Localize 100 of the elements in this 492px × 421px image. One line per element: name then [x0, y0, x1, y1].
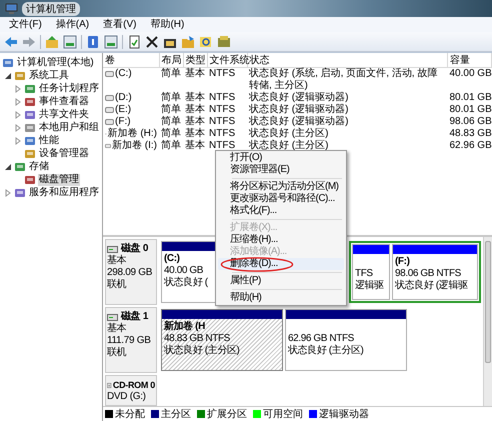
table-cell: 62.96 GB	[450, 140, 492, 151]
partition-block[interactable]: 新加卷 (H 48.83 GB NTFS 状态良好 (主分区)	[161, 309, 283, 371]
partition-block[interactable]: 62.96 GB NTFS 状态良好 (主分区)	[285, 309, 407, 371]
table-cell: NTFS	[209, 128, 236, 139]
menu-item[interactable]: 操作(A)	[50, 18, 94, 32]
disk-info-panel[interactable]: 磁盘 0 基本 298.09 GB 联机	[105, 239, 157, 305]
tree-item[interactable]: 设备管理器	[38, 148, 90, 160]
table-cell: NTFS	[209, 116, 236, 127]
column-header[interactable]: 容量	[448, 53, 492, 68]
table-cell: NTFS	[209, 68, 236, 79]
expand-arrow-icon[interactable]	[4, 72, 12, 80]
tree-item[interactable]: 共享文件夹	[38, 108, 90, 120]
menu-item[interactable]: 将分区标记为活动分区(M)	[218, 181, 344, 193]
column-header[interactable]: 文件系统	[207, 53, 247, 68]
page-icon[interactable]	[127, 34, 141, 48]
column-header[interactable]: 布局	[159, 53, 183, 68]
legend-label: 主分区	[161, 408, 191, 421]
panel-icon[interactable]	[104, 34, 118, 48]
disk-info-panel[interactable]: 磁盘 1 基本 111.79 GB 联机	[105, 307, 157, 373]
table-cell: 简单	[161, 92, 181, 103]
tree-item[interactable]: 性能	[38, 134, 60, 146]
magnifier-icon[interactable]	[199, 34, 213, 48]
disk-info-panel[interactable]: CD-ROM 0 DVD (G:)	[105, 375, 157, 406]
volume-label: (C:)	[164, 253, 180, 265]
legend-label: 可用空间	[263, 408, 303, 421]
tree-node-icon	[24, 96, 36, 108]
disk-detail: DVD (G:)	[107, 391, 147, 403]
tree-item[interactable]: 磁盘管理	[38, 174, 80, 186]
partition-text: 状态良好 (主分区)	[164, 345, 240, 357]
menu-item[interactable]: 压缩卷(H)...	[218, 234, 344, 246]
menu-item[interactable]: 查看(V)	[98, 18, 142, 32]
tree-item[interactable]: 任务计划程序	[38, 82, 100, 94]
disk-detail: 联机	[107, 347, 128, 359]
table-cell: 简单	[161, 68, 181, 79]
legend-label: 未分配	[115, 408, 145, 421]
table-cell: 48.83 GB	[450, 128, 492, 139]
menu-item[interactable]: 更改驱动器号和路径(C)...	[218, 193, 344, 205]
table-cell: 状态良好 (系统, 启动, 页面文件, 活动, 故障转储, 主分区)	[249, 68, 438, 91]
table-cell: 基本	[185, 116, 205, 127]
tree-item[interactable]: 系统工具	[28, 70, 70, 82]
tree-node-icon	[24, 134, 36, 146]
table-cell: 基本	[185, 104, 205, 115]
menu-item[interactable]: 文件(F)	[4, 18, 47, 32]
partition-text: 状态良好 (	[164, 277, 208, 289]
partition-block[interactable]: (F:) 98.06 GB NTFS 状态良好 (逻辑驱	[392, 244, 478, 300]
column-header[interactable]: 类型	[183, 53, 207, 68]
folder-up-icon[interactable]	[45, 34, 59, 48]
tree-item[interactable]: 事件查看器	[38, 96, 90, 108]
tree-node-icon	[24, 174, 36, 186]
menu-item[interactable]: 属性(P)	[218, 275, 344, 287]
disk-detail: 基本	[107, 255, 128, 267]
table-cell: NTFS	[209, 140, 236, 151]
table-cell: 状态良好 (主分区)	[249, 128, 328, 139]
tree-node-icon	[24, 108, 36, 120]
disk-detail: 298.09 GB	[107, 267, 154, 278]
menu-item[interactable]: 格式化(F)...	[218, 205, 344, 217]
partition-text: 98.06 GB NTFS	[395, 268, 461, 280]
panel-icon[interactable]	[63, 34, 77, 48]
table-cell: 简单	[161, 116, 181, 127]
table-cell: (E:)	[115, 104, 132, 116]
column-header[interactable]: 卷	[103, 53, 159, 68]
tree-item[interactable]: 本地用户和组	[38, 122, 100, 134]
partition-text: 逻辑驱	[355, 280, 384, 292]
table-cell: 基本	[185, 68, 205, 79]
table-cell: (C:)	[115, 68, 132, 80]
expand-arrow-icon[interactable]	[4, 162, 12, 170]
volume-label: 新加卷 (H	[164, 321, 205, 333]
table-cell: 简单	[161, 140, 181, 151]
table-cell: 状态良好 (逻辑驱动器)	[249, 92, 348, 103]
table-cell: 新加卷 (I:)	[112, 140, 157, 152]
disk-detail: 111.79 GB	[107, 335, 152, 346]
tree-node-icon	[14, 160, 26, 172]
table-cell: 简单	[161, 104, 181, 115]
forward-icon[interactable]	[22, 34, 36, 48]
table-cell: 98.06 GB	[450, 116, 492, 127]
table-cell-text: (F:)	[115, 116, 131, 128]
delete-icon[interactable]	[145, 34, 159, 48]
tree-item[interactable]: 计算机管理(本地)	[16, 56, 95, 68]
menu-item[interactable]: 打开(O)	[218, 152, 344, 164]
tree-item[interactable]: 服务和应用程序	[28, 186, 100, 198]
table-cell: 80.01 GB	[450, 92, 492, 103]
disk-detail: 联机	[107, 279, 128, 291]
disk-detail: 基本	[107, 323, 128, 335]
scrollbar[interactable]	[483, 237, 492, 406]
table-cell: 状态良好 (主分区)	[249, 140, 328, 151]
partition-text: 状态良好 (逻辑驱	[395, 280, 468, 292]
partition-text: 62.96 GB NTFS	[288, 333, 354, 344]
disk-name: 磁盘 0	[121, 243, 148, 254]
menu-item[interactable]: 资源管理器(E)	[218, 164, 344, 176]
partition-text: 40.00 GB	[164, 265, 204, 276]
tree-node-icon	[24, 148, 36, 160]
volume-label: (F:)	[395, 256, 410, 268]
table-cell: 基本	[185, 128, 205, 139]
tree-item[interactable]: 存储	[28, 160, 50, 172]
table-cell: 状态良好 (逻辑驱动器)	[249, 116, 348, 127]
partition-block[interactable]: TFS 逻辑驱	[352, 244, 390, 300]
menu-item[interactable]: 帮助(H)	[145, 18, 190, 32]
menu-item[interactable]: 帮助(H)	[218, 292, 344, 304]
partition-text: 状态良好 (主分区)	[288, 345, 364, 357]
back-icon[interactable]	[4, 34, 18, 48]
